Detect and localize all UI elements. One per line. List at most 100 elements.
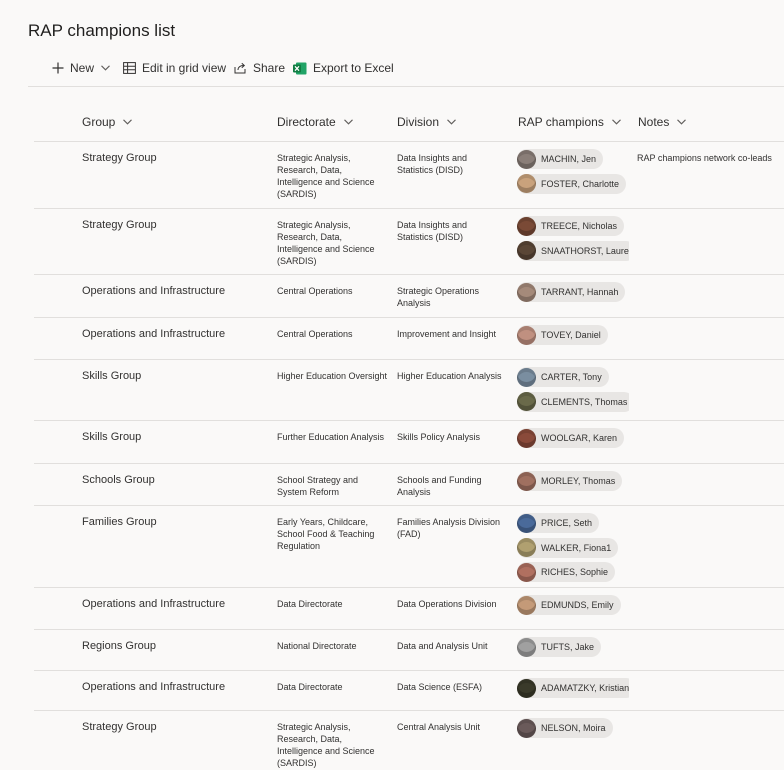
rap-champions-cell: TOVEY, Daniel	[517, 325, 629, 350]
share-button[interactable]: Share	[234, 56, 285, 80]
avatar	[517, 637, 536, 657]
table-row[interactable]: Schools Group School Strategy and System …	[34, 463, 784, 506]
persona-chip[interactable]: TARRANT, Hannah	[517, 282, 626, 302]
division-cell: Families Analysis Division (FAD)	[397, 517, 501, 539]
persona-chip[interactable]: TUFTS, Jake	[517, 637, 602, 657]
division-cell: Data Science (ESFA)	[397, 682, 483, 692]
persona-chip[interactable]: TOVEY, Daniel	[517, 325, 608, 345]
notes-cell: RAP champions network co-leads	[637, 153, 772, 163]
table-row[interactable]: Strategy Group Strategic Analysis, Resear…	[34, 141, 784, 209]
table-row[interactable]: Operations and Infrastructure Central Ope…	[34, 317, 784, 360]
directorate-cell: Strategic Analysis, Research, Data, Inte…	[277, 722, 375, 768]
excel-icon	[293, 62, 307, 75]
persona-name: MORLEY, Thomas	[541, 476, 616, 486]
rap-champions-cell: MACHIN, Jen FOSTER, Charlotte	[517, 149, 629, 198]
table-row[interactable]: Operations and Infrastructure Data Direct…	[34, 670, 784, 711]
persona-chip[interactable]: WOOLGAR, Karen	[517, 428, 625, 448]
group-cell: Operations and Infrastructure	[82, 285, 226, 297]
persona-chip[interactable]: MORLEY, Thomas	[517, 471, 623, 491]
directorate-cell: Central Operations	[277, 329, 353, 339]
new-label: New	[70, 61, 95, 75]
column-header-rap-champions[interactable]: RAP champions	[518, 115, 621, 129]
rap-champions-cell: TREECE, Nicholas SNAATHORST, Laure	[517, 216, 629, 265]
persona-name: SNAATHORST, Laure	[541, 245, 629, 256]
group-cell: Operations and Infrastructure	[82, 328, 226, 340]
persona-chip[interactable]: PRICE, Seth	[517, 513, 600, 533]
edit-grid-label: Edit in grid view	[142, 61, 227, 75]
persona-chip[interactable]: MACHIN, Jen	[517, 149, 604, 169]
table-row[interactable]: Strategy Group Strategic Analysis, Resear…	[34, 208, 784, 275]
persona-name: EDMUNDS, Emily	[541, 600, 614, 610]
persona-chip[interactable]: ADAMATZKY, Kristian	[517, 678, 629, 698]
group-cell: Strategy Group	[82, 152, 157, 164]
persona-chip[interactable]: EDMUNDS, Emily	[517, 595, 621, 615]
directorate-cell: Central Operations	[277, 286, 353, 296]
division-cell: Central Analysis Unit	[397, 722, 481, 732]
column-header-notes[interactable]: Notes	[638, 115, 687, 129]
share-icon	[234, 62, 247, 74]
table-row[interactable]: Families Group Early Years, Childcare, Sc…	[34, 505, 784, 588]
directorate-cell: Strategic Analysis, Research, Data, Inte…	[277, 153, 375, 199]
avatar	[517, 282, 536, 302]
division-cell: Strategic Operations Analysis	[397, 286, 480, 308]
avatar	[517, 241, 536, 260]
persona-chip[interactable]: CLEMENTS, Thomas	[517, 391, 629, 412]
persona-name: WOOLGAR, Karen	[541, 433, 618, 443]
table-row[interactable]: Skills Group Further Education Analysis Sk…	[34, 420, 784, 464]
column-header-directorate-label: Directorate	[277, 115, 336, 129]
division-cell: Improvement and Insight	[397, 329, 497, 339]
persona-name: TREECE, Nicholas	[541, 221, 618, 231]
division-cell: Skills Policy Analysis	[397, 432, 481, 442]
persona-chip[interactable]: SNAATHORST, Laure	[517, 240, 629, 261]
avatar	[517, 325, 536, 345]
directorate-cell: Strategic Analysis, Research, Data, Inte…	[277, 220, 375, 266]
edit-grid-view-button[interactable]: Edit in grid view	[123, 56, 226, 80]
group-cell: Skills Group	[82, 431, 142, 443]
directorate-cell: National Directorate	[277, 641, 357, 651]
persona-chip[interactable]: CARTER, Tony	[517, 367, 609, 387]
persona-chip[interactable]: FOSTER, Charlotte	[517, 173, 627, 194]
table-row[interactable]: Operations and Infrastructure Data Direct…	[34, 587, 784, 630]
table-row[interactable]: Skills Group Higher Education Oversight Hi…	[34, 359, 784, 421]
command-bar: New Edit in grid view Share Export to Ex…	[28, 56, 784, 87]
directorate-cell: Further Education Analysis	[277, 432, 385, 442]
table-row[interactable]: Operations and Infrastructure Central Ope…	[34, 274, 784, 318]
group-cell: Regions Group	[82, 640, 156, 652]
avatar	[517, 513, 536, 533]
persona-chip[interactable]: WALKER, Fiona1	[517, 537, 619, 558]
rap-champions-cell: MORLEY, Thomas	[517, 471, 629, 496]
avatar	[517, 174, 536, 193]
column-header-group[interactable]: Group	[82, 115, 133, 129]
export-to-excel-button[interactable]: Export to Excel	[293, 56, 394, 80]
chevron-down-icon	[123, 119, 133, 125]
directorate-cell: Early Years, Childcare, School Food & Te…	[277, 517, 375, 551]
division-cell: Data Insights and Statistics (DISD)	[397, 153, 468, 175]
division-cell: Data Operations Division	[397, 599, 497, 609]
table-row[interactable]: Strategy Group Strategic Analysis, Resear…	[34, 710, 784, 770]
chevron-down-icon	[101, 65, 110, 71]
column-header-division[interactable]: Division	[397, 115, 456, 129]
chevron-down-icon	[447, 119, 456, 125]
page-title: RAP champions list	[28, 21, 176, 40]
table-row[interactable]: Regions Group National Directorate Data an…	[34, 629, 784, 671]
chevron-down-icon	[611, 119, 621, 125]
group-cell: Schools Group	[82, 474, 155, 486]
group-cell: Families Group	[82, 516, 157, 528]
column-header-notes-label: Notes	[638, 115, 670, 129]
avatar	[517, 392, 536, 411]
directorate-cell: School Strategy and System Reform	[277, 475, 359, 497]
persona-name: ADAMATZKY, Kristian	[541, 683, 629, 693]
avatar	[517, 216, 536, 236]
rap-champions-cell: EDMUNDS, Emily	[517, 595, 629, 620]
column-header-group-label: Group	[82, 115, 116, 129]
avatar	[517, 149, 536, 169]
new-button[interactable]: New	[52, 56, 110, 80]
group-cell: Operations and Infrastructure	[82, 681, 226, 693]
persona-chip[interactable]: TREECE, Nicholas	[517, 216, 625, 236]
persona-chip[interactable]: RICHES, Sophie	[517, 562, 616, 582]
persona-chip[interactable]: NELSON, Moira	[517, 718, 613, 738]
group-cell: Skills Group	[82, 370, 142, 382]
directorate-cell: Higher Education Oversight	[277, 371, 388, 381]
persona-name: RICHES, Sophie	[541, 567, 609, 577]
column-header-directorate[interactable]: Directorate	[277, 115, 353, 129]
